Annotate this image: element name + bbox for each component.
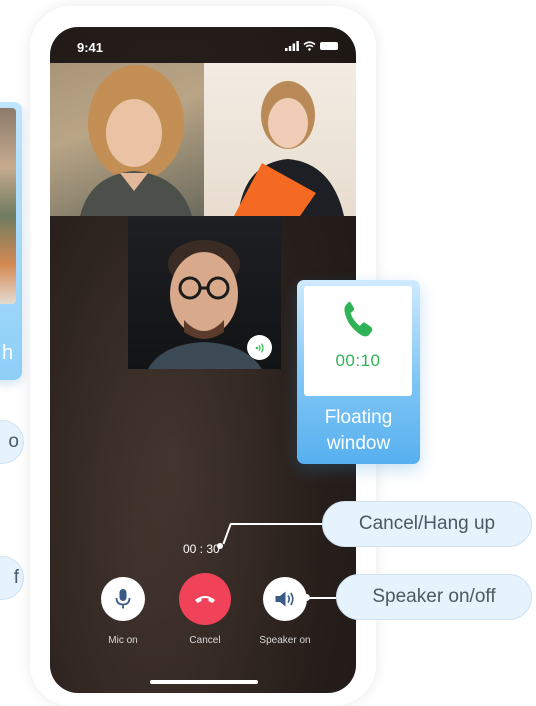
speaker-connector-line xyxy=(308,597,336,599)
left-annotation-panel xyxy=(0,102,22,380)
cancel-connector-dot xyxy=(217,543,223,549)
left-annotation-pill-label: o xyxy=(8,431,19,452)
left-annotation-pill-label: f xyxy=(13,567,19,588)
mic-control: Mic on xyxy=(99,577,147,646)
mic-label: Mic on xyxy=(108,635,138,646)
participant-2-portrait xyxy=(234,81,344,216)
mic-toggle-button[interactable] xyxy=(101,577,145,621)
floating-caption-line-1: Floating xyxy=(324,407,393,428)
wifi-icon xyxy=(303,41,316,51)
floating-window-caption: Floating window xyxy=(297,405,420,457)
speaker-icon xyxy=(275,591,294,607)
cancel-control: Cancel xyxy=(179,573,231,646)
participant-1-portrait xyxy=(80,65,192,216)
left-video-preview xyxy=(0,108,16,304)
left-annotation-pill: o xyxy=(0,420,24,464)
microphone-icon xyxy=(115,589,131,609)
status-time: 9:41 xyxy=(77,40,104,55)
home-indicator[interactable] xyxy=(150,680,258,684)
signal-icon xyxy=(285,41,299,51)
participant-video-1[interactable] xyxy=(50,63,204,216)
hang-up-icon xyxy=(195,596,215,603)
speaker-label: Speaker on xyxy=(259,635,311,646)
phone-icon xyxy=(344,301,373,337)
speaker-connector-dot xyxy=(303,594,310,601)
call-timer: 00 : 30 xyxy=(183,542,220,556)
speaker-toggle-button[interactable] xyxy=(263,577,307,621)
audio-active-icon xyxy=(247,335,272,360)
left-annotation-pill: f xyxy=(0,556,24,600)
floating-window-annotation: 00:10 Floating window xyxy=(297,280,420,464)
speaker-control: Speaker on xyxy=(259,577,311,646)
left-annotation-text: h xyxy=(2,342,14,364)
cancel-callout-label: Cancel/Hang up xyxy=(358,513,496,534)
floating-timer: 00:10 xyxy=(335,351,381,370)
speaker-callout: Speaker on/off xyxy=(336,574,532,620)
showcase-canvas: h o f 9:41 00: 30 Mic on Cancel Speaker… xyxy=(0,0,536,706)
cancel-hang-up-callout: Cancel/Hang up xyxy=(322,501,532,547)
cancel-label: Cancel xyxy=(189,635,221,646)
participant-video-3[interactable] xyxy=(128,216,281,369)
floating-caption-line-2: window xyxy=(326,433,391,454)
status-icons xyxy=(285,41,338,51)
participant-video-2[interactable] xyxy=(204,63,356,216)
floating-window-preview[interactable]: 00:10 xyxy=(304,286,412,396)
speaker-callout-label: Speaker on/off xyxy=(372,586,496,607)
cancel-connector-line xyxy=(231,523,323,525)
hang-up-button[interactable] xyxy=(179,573,231,625)
battery-icon xyxy=(320,42,338,50)
